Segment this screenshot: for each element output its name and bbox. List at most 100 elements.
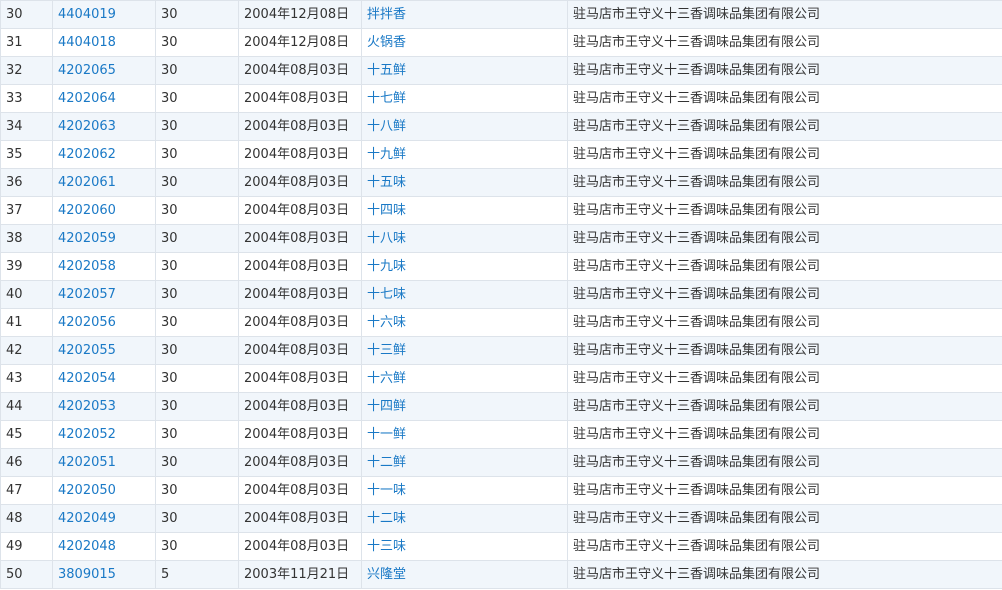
trademark-name-link[interactable]: 十一味 bbox=[361, 476, 568, 505]
registration-number-link[interactable]: 4202056 bbox=[52, 308, 156, 337]
owner-cell: 驻马店市王守义十三香调味品集团有限公司 bbox=[567, 364, 1002, 393]
trademark-name-link[interactable]: 十八鲜 bbox=[361, 112, 568, 141]
owner-cell: 驻马店市王守义十三香调味品集团有限公司 bbox=[567, 140, 1002, 169]
date-cell: 2004年08月03日 bbox=[238, 392, 362, 421]
row-index: 30 bbox=[0, 0, 53, 29]
table-row: 33 4202064 30 2004年08月03日 十七鲜 驻马店市王守义十三香调味品集团… bbox=[0, 84, 1002, 113]
registration-number-link[interactable]: 4202054 bbox=[52, 364, 156, 393]
table-row: 41 4202056 30 2004年08月03日 十六味 驻马店市王守义十三香调味品集团… bbox=[0, 308, 1002, 337]
class-cell: 30 bbox=[155, 532, 239, 561]
trademark-name-link[interactable]: 十三味 bbox=[361, 532, 568, 561]
trademark-name-link[interactable]: 十九味 bbox=[361, 252, 568, 281]
registration-number-link[interactable]: 4404018 bbox=[52, 28, 156, 57]
trademark-name-link[interactable]: 十九鲜 bbox=[361, 140, 568, 169]
class-cell: 30 bbox=[155, 336, 239, 365]
trademark-name-link[interactable]: 十二味 bbox=[361, 504, 568, 533]
registration-number-link[interactable]: 4202060 bbox=[52, 196, 156, 225]
table-row: 34 4202063 30 2004年08月03日 十八鲜 驻马店市王守义十三香调味品集团… bbox=[0, 112, 1002, 141]
trademark-name-link[interactable]: 十五鲜 bbox=[361, 56, 568, 85]
class-cell: 5 bbox=[155, 560, 239, 589]
registration-number-link[interactable]: 4202065 bbox=[52, 56, 156, 85]
date-cell: 2004年08月03日 bbox=[238, 224, 362, 253]
table-row: 37 4202060 30 2004年08月03日 十四味 驻马店市王守义十三香调味品集团… bbox=[0, 196, 1002, 225]
row-index: 50 bbox=[0, 560, 53, 589]
row-index: 40 bbox=[0, 280, 53, 309]
owner-cell: 驻马店市王守义十三香调味品集团有限公司 bbox=[567, 84, 1002, 113]
class-cell: 30 bbox=[155, 420, 239, 449]
registration-number-link[interactable]: 4202049 bbox=[52, 504, 156, 533]
trademark-name-link[interactable]: 十二鲜 bbox=[361, 448, 568, 477]
registration-number-link[interactable]: 4202063 bbox=[52, 112, 156, 141]
date-cell: 2004年08月03日 bbox=[238, 196, 362, 225]
trademark-name-link[interactable]: 十六鲜 bbox=[361, 364, 568, 393]
table-row: 35 4202062 30 2004年08月03日 十九鲜 驻马店市王守义十三香调味品集团… bbox=[0, 140, 1002, 169]
trademark-name-link[interactable]: 拌拌香 bbox=[361, 0, 568, 29]
registration-number-link[interactable]: 4202050 bbox=[52, 476, 156, 505]
trademark-name-link[interactable]: 十五味 bbox=[361, 168, 568, 197]
date-cell: 2004年12月08日 bbox=[238, 0, 362, 29]
owner-cell: 驻马店市王守义十三香调味品集团有限公司 bbox=[567, 168, 1002, 197]
registration-number-link[interactable]: 4202048 bbox=[52, 532, 156, 561]
table-row: 46 4202051 30 2004年08月03日 十二鲜 驻马店市王守义十三香调味品集团… bbox=[0, 448, 1002, 477]
class-cell: 30 bbox=[155, 84, 239, 113]
table-row: 47 4202050 30 2004年08月03日 十一味 驻马店市王守义十三香调味品集团… bbox=[0, 476, 1002, 505]
table-row: 32 4202065 30 2004年08月03日 十五鲜 驻马店市王守义十三香调味品集团… bbox=[0, 56, 1002, 85]
class-cell: 30 bbox=[155, 168, 239, 197]
class-cell: 30 bbox=[155, 28, 239, 57]
registration-number-link[interactable]: 4202057 bbox=[52, 280, 156, 309]
owner-cell: 驻马店市王守义十三香调味品集团有限公司 bbox=[567, 0, 1002, 29]
trademark-name-link[interactable]: 十三鲜 bbox=[361, 336, 568, 365]
registration-number-link[interactable]: 4202051 bbox=[52, 448, 156, 477]
registration-number-link[interactable]: 4202058 bbox=[52, 252, 156, 281]
registration-number-link[interactable]: 4202061 bbox=[52, 168, 156, 197]
owner-cell: 驻马店市王守义十三香调味品集团有限公司 bbox=[567, 56, 1002, 85]
row-index: 39 bbox=[0, 252, 53, 281]
class-cell: 30 bbox=[155, 224, 239, 253]
row-index: 33 bbox=[0, 84, 53, 113]
date-cell: 2004年08月03日 bbox=[238, 140, 362, 169]
trademark-name-link[interactable]: 十八味 bbox=[361, 224, 568, 253]
owner-cell: 驻马店市王守义十三香调味品集团有限公司 bbox=[567, 448, 1002, 477]
owner-cell: 驻马店市王守义十三香调味品集团有限公司 bbox=[567, 28, 1002, 57]
table-row: 48 4202049 30 2004年08月03日 十二味 驻马店市王守义十三香调味品集团… bbox=[0, 504, 1002, 533]
registration-number-link[interactable]: 4202059 bbox=[52, 224, 156, 253]
row-index: 34 bbox=[0, 112, 53, 141]
trademark-name-link[interactable]: 火锅香 bbox=[361, 28, 568, 57]
date-cell: 2004年08月03日 bbox=[238, 364, 362, 393]
table-row: 40 4202057 30 2004年08月03日 十七味 驻马店市王守义十三香调味品集团… bbox=[0, 280, 1002, 309]
registration-number-link[interactable]: 4404019 bbox=[52, 0, 156, 29]
registration-number-link[interactable]: 4202055 bbox=[52, 336, 156, 365]
row-index: 42 bbox=[0, 336, 53, 365]
date-cell: 2004年08月03日 bbox=[238, 532, 362, 561]
date-cell: 2004年08月03日 bbox=[238, 168, 362, 197]
date-cell: 2004年08月03日 bbox=[238, 280, 362, 309]
class-cell: 30 bbox=[155, 476, 239, 505]
table-row: 49 4202048 30 2004年08月03日 十三味 驻马店市王守义十三香调味品集团… bbox=[0, 532, 1002, 561]
date-cell: 2003年11月21日 bbox=[238, 560, 362, 589]
trademark-name-link[interactable]: 十四味 bbox=[361, 196, 568, 225]
registration-number-link[interactable]: 4202064 bbox=[52, 84, 156, 113]
trademark-name-link[interactable]: 十六味 bbox=[361, 308, 568, 337]
row-index: 44 bbox=[0, 392, 53, 421]
registration-number-link[interactable]: 3809015 bbox=[52, 560, 156, 589]
registration-number-link[interactable]: 4202062 bbox=[52, 140, 156, 169]
row-index: 47 bbox=[0, 476, 53, 505]
row-index: 41 bbox=[0, 308, 53, 337]
trademark-table: 30 4404019 30 2004年12月08日 拌拌香 驻马店市王守义十三香调味品集团… bbox=[0, 0, 1002, 589]
trademark-name-link[interactable]: 十一鲜 bbox=[361, 420, 568, 449]
trademark-name-link[interactable]: 十七味 bbox=[361, 280, 568, 309]
owner-cell: 驻马店市王守义十三香调味品集团有限公司 bbox=[567, 560, 1002, 589]
trademark-name-link[interactable]: 十七鲜 bbox=[361, 84, 568, 113]
date-cell: 2004年08月03日 bbox=[238, 112, 362, 141]
registration-number-link[interactable]: 4202053 bbox=[52, 392, 156, 421]
class-cell: 30 bbox=[155, 56, 239, 85]
date-cell: 2004年08月03日 bbox=[238, 56, 362, 85]
trademark-name-link[interactable]: 十四鲜 bbox=[361, 392, 568, 421]
registration-number-link[interactable]: 4202052 bbox=[52, 420, 156, 449]
date-cell: 2004年08月03日 bbox=[238, 84, 362, 113]
table-row: 31 4404018 30 2004年12月08日 火锅香 驻马店市王守义十三香调味品集团… bbox=[0, 28, 1002, 57]
row-index: 45 bbox=[0, 420, 53, 449]
row-index: 48 bbox=[0, 504, 53, 533]
trademark-name-link[interactable]: 兴隆堂 bbox=[361, 560, 568, 589]
owner-cell: 驻马店市王守义十三香调味品集团有限公司 bbox=[567, 196, 1002, 225]
